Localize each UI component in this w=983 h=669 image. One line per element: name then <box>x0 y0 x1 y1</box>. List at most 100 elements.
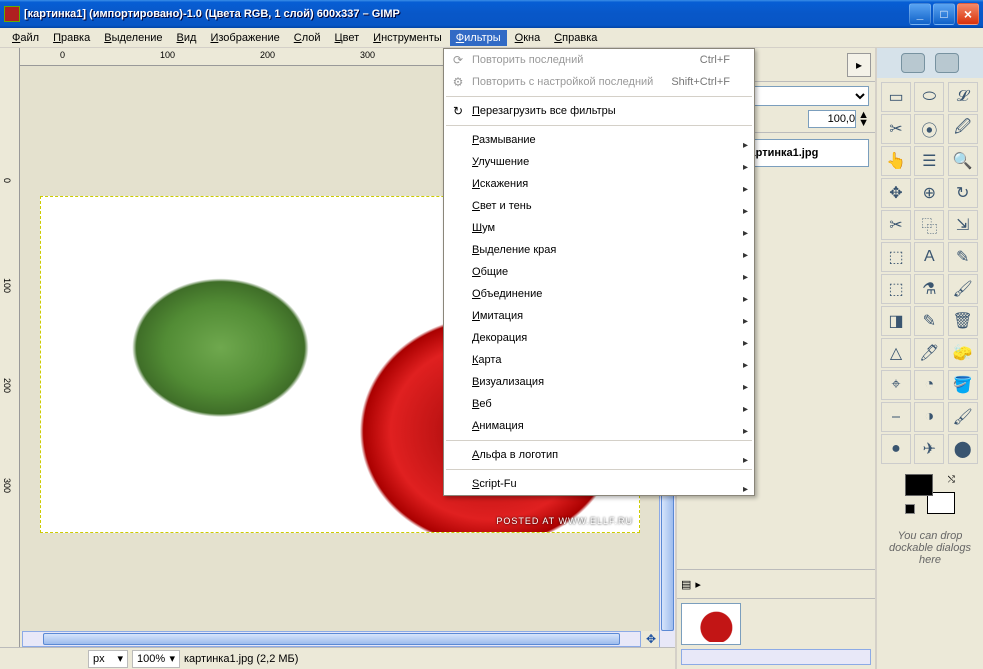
menuitem-улучшение[interactable]: Улучшение <box>444 151 754 173</box>
menu-выделение[interactable]: Выделение <box>98 30 168 46</box>
filters-menu-dropdown: ⟳Повторить последнийCtrl+F⚙Повторить с н… <box>443 48 755 496</box>
zoom-selector[interactable]: 100% ▾ <box>132 650 180 668</box>
menuitem-размывание[interactable]: Размывание <box>444 129 754 151</box>
menu-окна[interactable]: Окна <box>509 30 547 46</box>
menu-слой[interactable]: Слой <box>288 30 327 46</box>
tool-9[interactable]: ✥ <box>881 178 911 208</box>
tool-26[interactable]: 🧽 <box>948 338 978 368</box>
tool-22[interactable]: ✎ <box>914 306 944 336</box>
wilber-icon <box>901 53 925 73</box>
menu-вид[interactable]: Вид <box>171 30 203 46</box>
tool-15[interactable]: ⬚ <box>881 242 911 272</box>
horizontal-scrollbar[interactable]: ✥ <box>20 631 659 647</box>
tool-13[interactable]: ⿻ <box>914 210 944 240</box>
window-buttons: _ □ × <box>909 3 979 25</box>
opacity-input[interactable] <box>808 110 856 128</box>
vertical-ruler: 0100200300 <box>0 48 20 647</box>
status-info: картинка1.jpg (2,2 МБ) <box>184 653 671 665</box>
tool-31[interactable]: ◑ <box>914 402 944 432</box>
tool-10[interactable]: ⊕ <box>914 178 944 208</box>
tool-30[interactable]: ⎯ <box>881 402 911 432</box>
menu-изображение[interactable]: Изображение <box>204 30 285 46</box>
menu-справка[interactable]: Справка <box>548 30 603 46</box>
tool-34[interactable]: ✈ <box>914 434 944 464</box>
menuitem-выделение-края[interactable]: Выделение края <box>444 239 754 261</box>
color-swatches[interactable]: ⤭ <box>905 474 955 514</box>
layers-tab-icon[interactable]: ▤ <box>681 578 691 591</box>
tool-17[interactable]: ✎ <box>948 242 978 272</box>
tool-1[interactable]: ⬭ <box>914 82 944 112</box>
tool-3[interactable]: ✂ <box>881 114 911 144</box>
tool-29[interactable]: 🪣 <box>948 370 978 400</box>
menuitem-повторить-последний: ⟳Повторить последнийCtrl+F <box>444 49 754 71</box>
tool-19[interactable]: ⚗ <box>914 274 944 304</box>
opacity-spinup-icon[interactable]: ▲▼ <box>858 111 869 127</box>
menuitem-перезагрузить-все-фильтры[interactable]: ↻Перезагрузить все фильтры <box>444 100 754 122</box>
menu-инструменты[interactable]: Инструменты <box>367 30 448 46</box>
tool-18[interactable]: ⬚ <box>881 274 911 304</box>
default-colors-icon[interactable] <box>905 504 915 514</box>
tool-24[interactable]: △ <box>881 338 911 368</box>
toolbox: ▭⬭𝓛✂⦿🖉👆☰🔍✥⊕↻✂⿻⇲⬚A✎⬚⚗🖌◨✎🗑△🖊🧽⌖◔🪣⎯◑🖌●✈⬤ ⤭ Y… <box>875 48 983 669</box>
tool-7[interactable]: ☰ <box>914 146 944 176</box>
menu-цвет[interactable]: Цвет <box>329 30 366 46</box>
swap-colors-icon[interactable]: ⤭ <box>948 474 955 485</box>
tool-8[interactable]: 🔍 <box>948 146 978 176</box>
menuitem-веб[interactable]: Веб <box>444 393 754 415</box>
tool-5[interactable]: 🖉 <box>948 114 978 144</box>
tool-28[interactable]: ◔ <box>914 370 944 400</box>
tab-menu-icon[interactable]: ▸ <box>695 578 701 591</box>
tool-35[interactable]: ⬤ <box>948 434 978 464</box>
close-button[interactable]: × <box>957 3 979 25</box>
tool-4[interactable]: ⦿ <box>914 114 944 144</box>
tool-20[interactable]: 🖌 <box>948 274 978 304</box>
menubar: ФайлПравкаВыделениеВидИзображениеСлойЦве… <box>0 28 983 48</box>
titlebar: [картинка1] (импортировано)-1.0 (Цвета R… <box>0 0 983 28</box>
menu-правка[interactable]: Правка <box>47 30 96 46</box>
tool-33[interactable]: ● <box>881 434 911 464</box>
tool-21[interactable]: ◨ <box>881 306 911 336</box>
wilber-icon <box>935 53 959 73</box>
bottom-thumbnail[interactable] <box>681 603 741 645</box>
window-title: [картинка1] (импортировано)-1.0 (Цвета R… <box>24 8 909 20</box>
tool-32[interactable]: 🖌 <box>948 402 978 432</box>
minimize-button[interactable]: _ <box>909 3 931 25</box>
menuitem-альфа-в-логотип[interactable]: Альфа в логотип <box>444 444 754 466</box>
dock-tabs-bottom: ▤ ▸ <box>677 569 875 599</box>
tool-2[interactable]: 𝓛 <box>948 82 978 112</box>
menuitem-общие[interactable]: Общие <box>444 261 754 283</box>
maximize-button[interactable]: □ <box>933 3 955 25</box>
tool-25[interactable]: 🖊 <box>914 338 944 368</box>
menu-файл[interactable]: Файл <box>6 30 45 46</box>
menuitem-анимация[interactable]: Анимация <box>444 415 754 437</box>
tab-menu-icon[interactable]: ▸ <box>847 53 871 77</box>
menu-фильтры[interactable]: Фильтры <box>450 30 507 46</box>
navigate-icon[interactable]: ✥ <box>643 631 659 647</box>
menuitem-script-fu[interactable]: Script-Fu <box>444 473 754 495</box>
menuitem-объединение[interactable]: Объединение <box>444 283 754 305</box>
unit-selector[interactable]: px ▾ <box>88 650 128 668</box>
menu-icon: ↻ <box>450 103 466 119</box>
bottom-scrollbar[interactable] <box>681 649 871 665</box>
app-icon <box>4 6 20 22</box>
tool-11[interactable]: ↻ <box>948 178 978 208</box>
menuitem-шум[interactable]: Шум <box>444 217 754 239</box>
tool-14[interactable]: ⇲ <box>948 210 978 240</box>
menuitem-повторить-с-настройкой-последний: ⚙Повторить с настройкой последнийShift+C… <box>444 71 754 93</box>
menuitem-декорация[interactable]: Декорация <box>444 327 754 349</box>
tool-0[interactable]: ▭ <box>881 82 911 112</box>
tool-23[interactable]: 🗑 <box>948 306 978 336</box>
statusbar: px ▾ 100% ▾ картинка1.jpg (2,2 МБ) <box>0 647 675 669</box>
menuitem-искажения[interactable]: Искажения <box>444 173 754 195</box>
tool-27[interactable]: ⌖ <box>881 370 911 400</box>
toolbox-header <box>877 48 983 78</box>
menuitem-визуализация[interactable]: Визуализация <box>444 371 754 393</box>
menuitem-карта[interactable]: Карта <box>444 349 754 371</box>
tool-12[interactable]: ✂ <box>881 210 911 240</box>
menuitem-свет-и-тень[interactable]: Свет и тень <box>444 195 754 217</box>
menuitem-имитация[interactable]: Имитация <box>444 305 754 327</box>
tool-16[interactable]: A <box>914 242 944 272</box>
foreground-color[interactable] <box>905 474 933 496</box>
tool-6[interactable]: 👆 <box>881 146 911 176</box>
layer-name: картинка1.jpg <box>744 147 818 159</box>
